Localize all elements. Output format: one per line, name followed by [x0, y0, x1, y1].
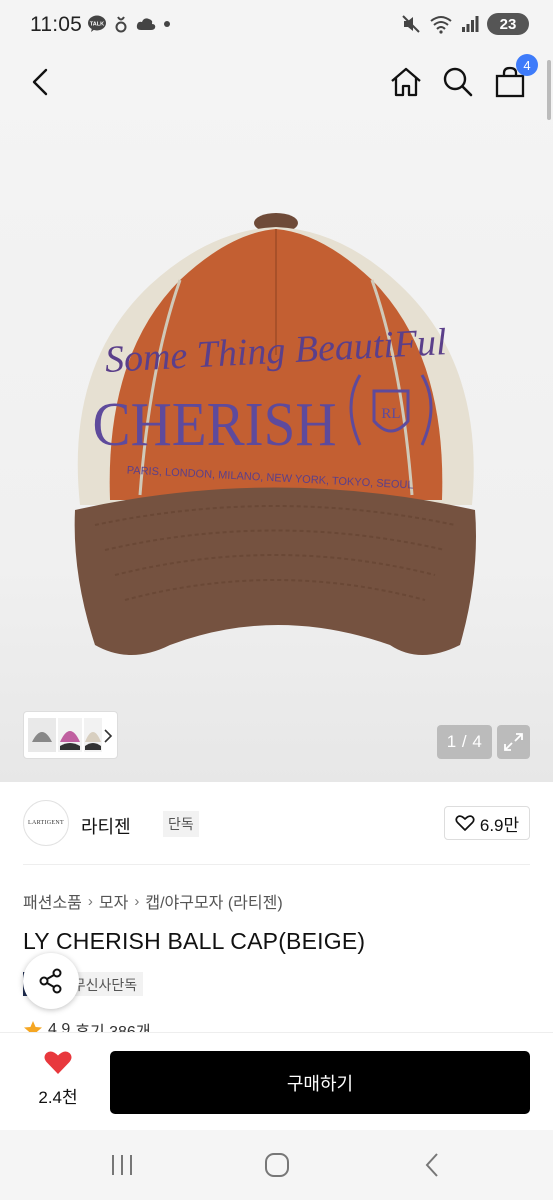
heart-outline-icon	[455, 815, 475, 831]
wish-count: 2.4천	[38, 1088, 78, 1107]
breadcrumb-item-hat[interactable]: 모자	[99, 889, 128, 913]
chevron-right-icon	[104, 729, 113, 743]
heart-filled-icon	[44, 1051, 72, 1074]
brand-row: LARTIGENT 라티젠 단독 6.9만	[23, 800, 530, 848]
breadcrumb-item-fashion[interactable]: 패션소품	[23, 889, 82, 913]
breadcrumb: 패션소품 › 모자 › 캡/야구모자 (라티젠)	[23, 889, 283, 913]
search-icon	[443, 67, 473, 97]
signal-icon	[462, 16, 479, 32]
chevron-right-icon: ›	[134, 892, 140, 910]
brand-like-button[interactable]: 6.9만	[444, 806, 530, 840]
status-bar: 11:05 TALK 23	[0, 0, 553, 52]
top-navigation: 4	[0, 52, 553, 112]
mute-icon	[402, 15, 420, 33]
divider	[23, 864, 530, 865]
cart-button[interactable]: 4	[492, 54, 538, 100]
scrollbar[interactable]	[547, 60, 551, 120]
status-time: 11:05	[30, 13, 82, 36]
home-button[interactable]	[388, 64, 424, 100]
expand-icon	[504, 733, 523, 751]
wish-button[interactable]: 2.4천	[28, 1049, 88, 1108]
notification-icon	[115, 16, 127, 33]
status-right-icons: 23	[401, 13, 529, 35]
brand-like-count: 6.9만	[479, 815, 520, 835]
system-navigation-bar	[0, 1130, 553, 1200]
home-nav-icon[interactable]	[264, 1152, 290, 1178]
chevron-right-icon: ›	[87, 892, 93, 910]
buy-button[interactable]: 구매하기	[110, 1051, 530, 1114]
back-arrow-icon	[32, 68, 48, 96]
back-button[interactable]	[22, 64, 58, 100]
wifi-icon	[430, 16, 452, 34]
image-page-indicator: 1 / 4	[437, 725, 492, 759]
thumbnail-strip[interactable]	[23, 711, 118, 759]
talk-icon-label: TALK	[90, 22, 104, 28]
cart-count-badge: 4	[516, 54, 538, 76]
back-nav-icon[interactable]	[422, 1152, 442, 1178]
battery-indicator: 23	[487, 13, 529, 35]
dot-icon	[164, 21, 170, 27]
status-left-icons: TALK	[87, 14, 170, 34]
purchase-bar: 2.4천 구매하기	[0, 1032, 553, 1130]
brand-name[interactable]: 라티젠	[81, 813, 131, 839]
brand-logo[interactable]: LARTIGENT	[23, 800, 69, 846]
recent-apps-icon[interactable]	[110, 1153, 134, 1177]
brand-exclusive-badge: 단독	[163, 811, 199, 837]
expand-image-button[interactable]	[497, 725, 530, 759]
share-icon	[39, 968, 62, 994]
cloud-icon	[136, 18, 156, 30]
product-image: Some Thing BeautiFul CHERISH RL PARIS, L…	[74, 213, 477, 655]
cap-emblem-letters: RL	[381, 406, 400, 422]
share-button[interactable]	[23, 953, 79, 1009]
cap-main-text: CHERISH	[93, 390, 337, 459]
breadcrumb-item-cap[interactable]: 캡/야구모자 (라티젠)	[145, 889, 282, 913]
talk-icon: TALK	[88, 15, 106, 32]
search-button[interactable]	[440, 64, 476, 100]
home-icon	[391, 67, 421, 97]
product-title: LY CHERISH BALL CAP(BEIGE)	[23, 928, 366, 954]
